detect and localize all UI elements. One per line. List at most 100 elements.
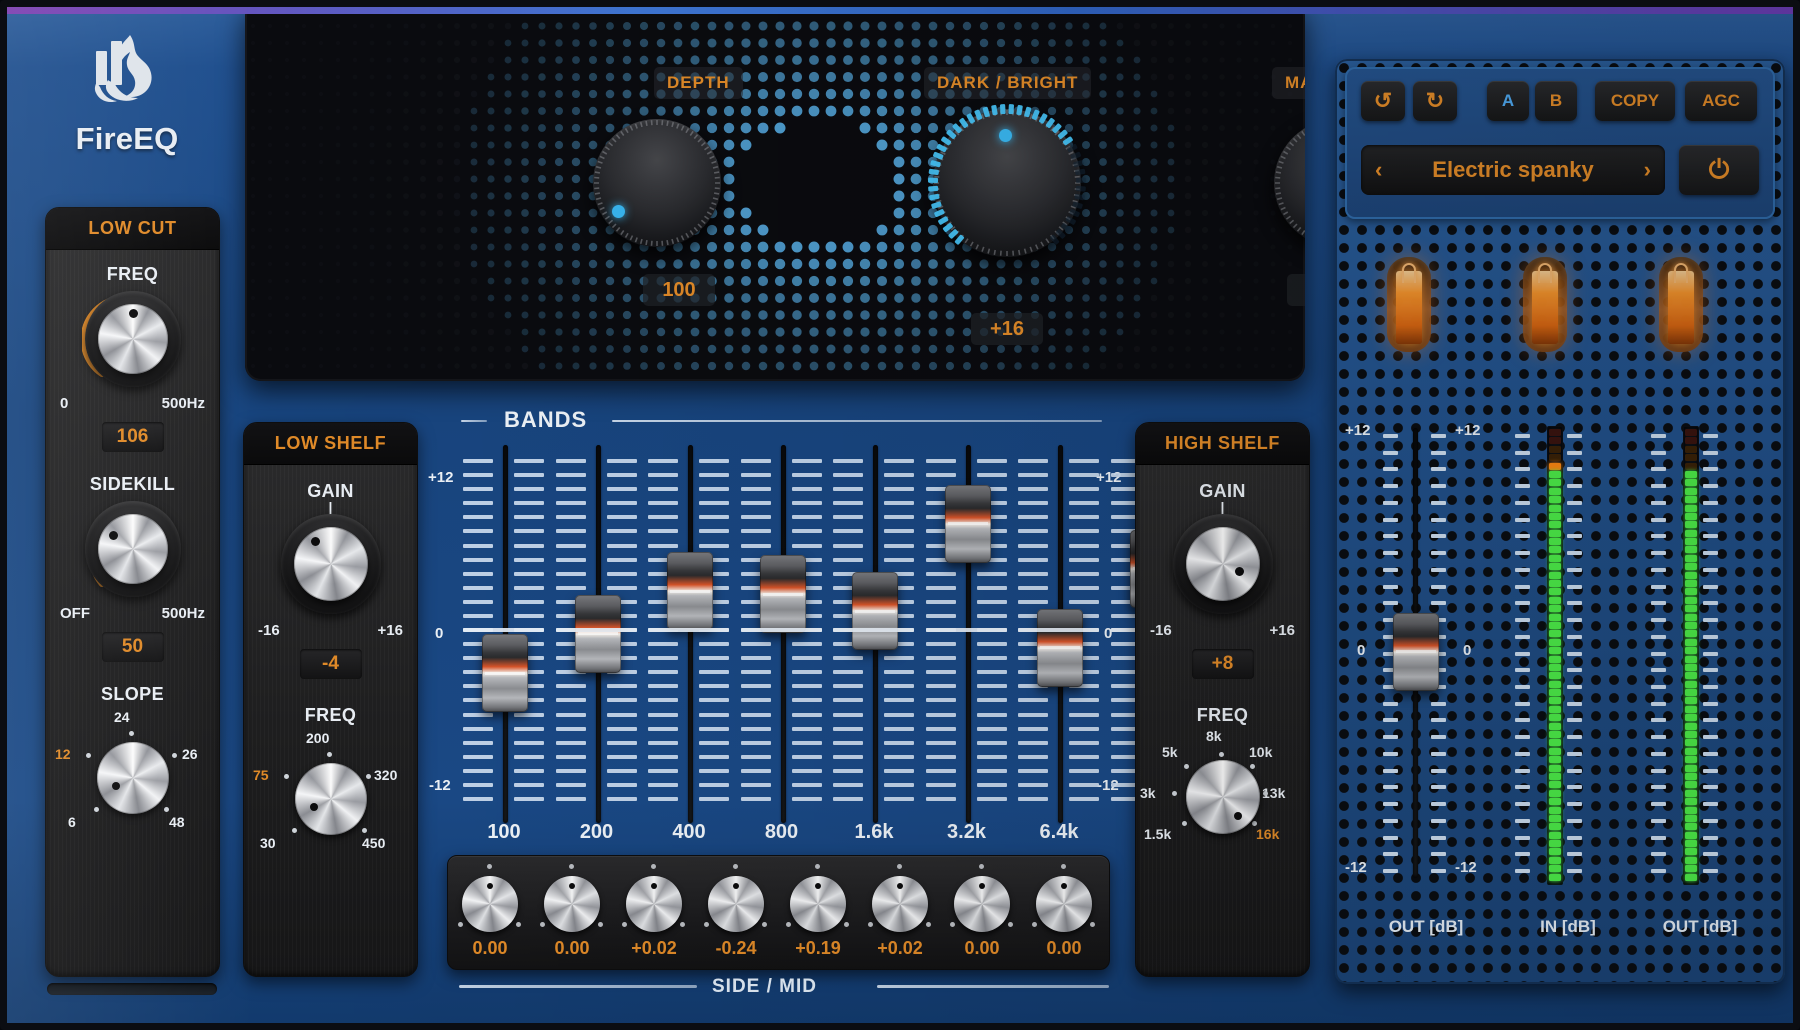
low-cut-slope-group: 24 12 26 6 48 [46,709,219,859]
brand-name: FireEQ [47,121,207,157]
low-shelf-freq-label: FREQ [244,705,417,726]
brand-logo: FireEQ [47,35,207,157]
band-frequency-label: 400 [654,821,724,844]
bands-scale-mid-left: 0 [435,625,443,642]
band-slider-handle[interactable] [482,634,528,712]
band-q-value: 0.00 [452,938,528,959]
low-shelf-gain-pointer [311,537,320,546]
band-q-knob[interactable] [708,876,764,932]
high-shelf-panel: HIGH SHELF GAIN | -16 +16 +8 FREQ 8k 5k … [1135,422,1310,977]
band-frequency-label: 800 [747,821,817,844]
low-shelf-freq-knob[interactable] [295,763,367,835]
band-q-panel: 0.000.00+0.02-0.24+0.19+0.020.000.00 [447,855,1110,970]
low-shelf-freq-pointer [310,803,318,811]
slope-tick-26: 26 [182,746,198,762]
agc-button[interactable]: AGC [1685,81,1757,121]
low-cut-title: LOW CUT [46,208,219,250]
high-shelf-gain-knob[interactable] [1173,514,1273,614]
band-q-knob[interactable] [790,876,846,932]
high-shelf-freq-group: 8k 5k 10k 3k 13k 1.5k 16k [1136,730,1309,880]
output-fader-bottom-left: -12 [1345,859,1367,876]
lowshelf-tick-200: 200 [306,730,329,746]
highshelf-tick-8k: 8k [1206,728,1222,744]
band-frequency-label: 6.4k [1024,821,1094,844]
low-cut-sidekill-pointer [109,531,118,540]
low-cut-freq-value: 106 [102,422,164,452]
slope-tick-24: 24 [114,709,130,725]
output-fader-handle[interactable] [1393,613,1439,691]
band-q-value: 0.00 [1026,938,1102,959]
band-q-knob[interactable] [1036,876,1092,932]
tube-1 [1387,257,1431,352]
copy-button[interactable]: COPY [1595,81,1675,121]
high-shelf-title: HIGH SHELF [1136,423,1309,465]
low-cut-freq-max: 500Hz [162,395,205,412]
master-rack: ↺ ↻ A B COPY AGC ‹ Electric spanky › ⏻ +… [1335,59,1785,984]
bottom-left-strip [47,983,217,995]
high-shelf-gain-pointer [1235,567,1244,576]
slope-tick-48: 48 [169,814,185,830]
tube-2 [1523,257,1567,352]
band-q-knob[interactable] [954,876,1010,932]
low-cut-panel: LOW CUT FREQ 0 500Hz 106 SIDEKILL OFF 5 [45,207,220,977]
high-shelf-gain-max: +16 [1270,622,1295,639]
band-q-knob[interactable] [462,876,518,932]
low-shelf-title: LOW SHELF [244,423,417,465]
power-icon[interactable]: ⏻ [1679,145,1759,195]
undo-icon[interactable]: ↺ [1361,81,1405,121]
band-slider-handle[interactable] [1037,609,1083,687]
band-q-knob[interactable] [626,876,682,932]
low-shelf-gain-knob[interactable] [281,514,381,614]
low-cut-freq-knob[interactable] [85,291,181,387]
band-slider-handle[interactable] [575,595,621,673]
meter-label-out-right: OUT [dB] [1615,917,1785,937]
low-cut-sidekill-min: OFF [60,605,90,622]
slope-tick-6: 6 [68,814,76,830]
magic-value: 100 [1287,274,1305,306]
low-cut-slope-knob[interactable] [97,742,169,814]
low-cut-freq-label: FREQ [46,264,219,285]
band-slider-handle[interactable] [852,572,898,650]
preset-slot-a-button[interactable]: A [1487,81,1529,121]
top-accent-bar [7,7,1793,14]
preset-name: Electric spanky [1382,157,1643,183]
output-fader-top-left: +12 [1345,422,1370,439]
band-q-value: +0.19 [780,938,856,959]
bands-title: BANDS [504,407,587,433]
low-shelf-gain-max: +16 [378,622,403,639]
preset-selector[interactable]: ‹ Electric spanky › [1361,145,1665,195]
lowshelf-tick-320: 320 [374,767,397,783]
low-cut-sidekill-knob[interactable] [85,501,181,597]
footer-rule-right [877,985,1109,988]
output-meter [1683,426,1699,885]
high-shelf-freq-knob[interactable] [1186,760,1260,834]
band-slider-handle[interactable] [667,552,713,630]
band-slider-handle[interactable] [760,555,806,633]
band-frequency-label: 100 [469,821,539,844]
control-bar: ↺ ↻ A B COPY AGC ‹ Electric spanky › ⏻ [1345,67,1775,219]
low-shelf-gain-value: -4 [300,649,362,679]
low-shelf-gain-min: -16 [258,622,280,639]
output-fader-bottom-right: -12 [1455,859,1477,876]
highshelf-tick-10k: 10k [1249,744,1272,760]
band-q-knob[interactable] [544,876,600,932]
band-slider-handle[interactable] [945,485,991,563]
dark-bright-value: +16 [971,313,1043,345]
depth-knob[interactable] [593,119,721,247]
high-shelf-freq-pointer [1234,812,1242,820]
band-q-knob[interactable] [872,876,928,932]
band-q-value: +0.02 [862,938,938,959]
preset-slot-b-button[interactable]: B [1535,81,1577,121]
preset-prev-icon[interactable]: ‹ [1375,157,1382,183]
depth-label: DEPTH [654,67,743,99]
footer-rule-left [459,985,697,988]
led-dot-matrix-background [245,1,1305,381]
bands-scale-top-left: +12 [428,469,453,486]
low-cut-sidekill-max: 500Hz [162,605,205,622]
low-shelf-panel: LOW SHELF GAIN | -16 +16 -4 FREQ 200 75 … [243,422,418,977]
redo-icon[interactable]: ↻ [1413,81,1457,121]
low-cut-slope-label: SLOPE [46,684,219,705]
magic-label: MAGIC [1272,67,1305,99]
preset-next-icon[interactable]: › [1644,157,1651,183]
tone-module: DEPTH DARK / BRIGHT MAGIC 100 +16 100 [245,1,1305,381]
